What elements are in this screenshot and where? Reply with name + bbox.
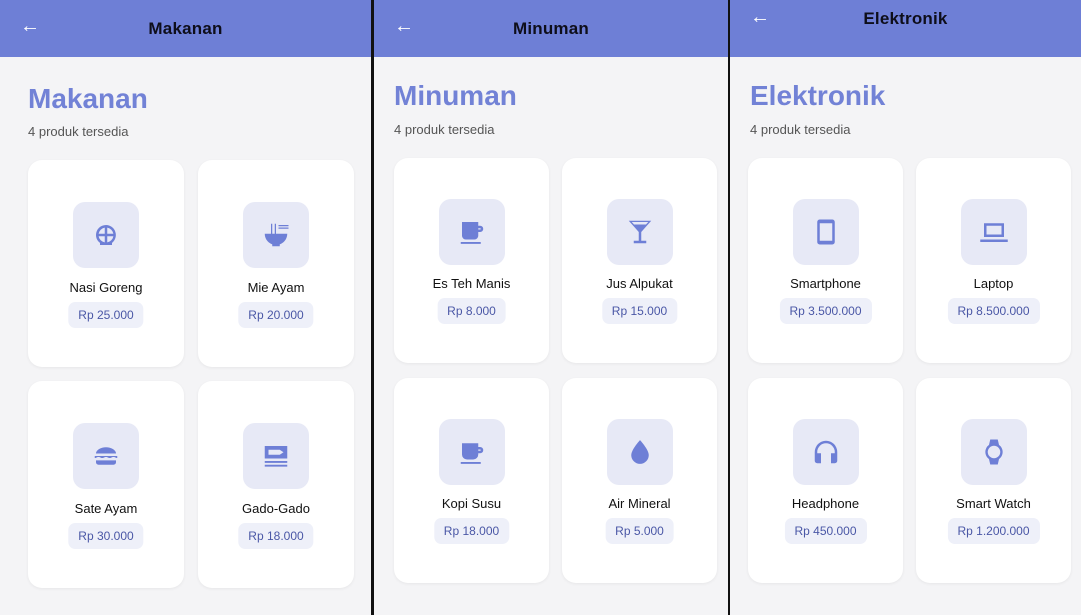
product-name: Es Teh Manis xyxy=(432,276,511,291)
product-name: Smart Watch xyxy=(956,496,1031,511)
app-bar: ← Elektronik xyxy=(730,0,1081,57)
product-name: Jus Alpukat xyxy=(606,276,673,291)
cocktail-glass-icon xyxy=(606,199,673,265)
product-card-gado-gado[interactable]: Gado-Gado Rp 18.000 xyxy=(198,381,354,588)
product-price: Rp 18.000 xyxy=(433,518,510,544)
product-name: Air Mineral xyxy=(608,496,671,511)
product-name: Laptop xyxy=(973,276,1014,291)
burger-icon xyxy=(73,423,139,489)
product-card-jus-alpukat[interactable]: Jus Alpukat Rp 15.000 xyxy=(562,158,717,363)
product-card-laptop[interactable]: Laptop Rp 8.500.000 xyxy=(916,158,1071,363)
rice-bowl-icon xyxy=(73,202,139,268)
product-price: Rp 8.500.000 xyxy=(947,298,1040,324)
app-bar: ← Makanan xyxy=(0,0,371,57)
screen-elektronik: ← Elektronik Elektronik 4 produk tersedi… xyxy=(730,0,1081,615)
product-price: Rp 5.000 xyxy=(605,518,674,544)
water-drop-icon xyxy=(606,419,673,485)
back-arrow-icon[interactable]: ← xyxy=(394,15,416,37)
watch-icon xyxy=(960,419,1027,485)
page-title: Elektronik xyxy=(750,80,886,111)
product-price: Rp 25.000 xyxy=(68,302,144,328)
laptop-icon xyxy=(960,199,1027,265)
cup-icon xyxy=(438,199,505,265)
coffee-cup-icon xyxy=(438,419,505,485)
product-name: Gado-Gado xyxy=(242,501,310,516)
product-name: Kopi Susu xyxy=(441,496,502,511)
product-count: 4 produk tersedia xyxy=(28,124,129,139)
product-card-smart-watch[interactable]: Smart Watch Rp 1.200.000 xyxy=(916,378,1071,583)
product-name: Nasi Goreng xyxy=(69,280,143,295)
product-price: Rp 1.200.000 xyxy=(947,518,1040,544)
product-card-air-mineral[interactable]: Air Mineral Rp 5.000 xyxy=(562,378,717,583)
product-card-headphone[interactable]: Headphone Rp 450.000 xyxy=(748,378,903,583)
smartphone-icon xyxy=(792,199,859,265)
product-price: Rp 18.000 xyxy=(238,523,314,549)
product-card-mie-ayam[interactable]: Mie Ayam Rp 20.000 xyxy=(198,160,354,367)
product-price: Rp 30.000 xyxy=(68,523,144,549)
product-price: Rp 20.000 xyxy=(238,302,314,328)
fish-plate-icon xyxy=(243,423,309,489)
product-price: Rp 3.500.000 xyxy=(779,298,872,324)
page-title: Makanan xyxy=(28,83,148,114)
back-arrow-icon[interactable]: ← xyxy=(750,6,772,28)
product-card-es-teh-manis[interactable]: Es Teh Manis Rp 8.000 xyxy=(394,158,549,363)
app-bar-title: Minuman xyxy=(512,18,589,38)
headphones-icon xyxy=(792,419,859,485)
product-count: 4 produk tersedia xyxy=(394,122,495,137)
product-price: Rp 450.000 xyxy=(784,518,867,544)
app-bar-title: Elektronik xyxy=(863,8,948,28)
screen-makanan: ← Makanan Makanan 4 produk tersedia Nasi… xyxy=(0,0,371,615)
product-name: Mie Ayam xyxy=(247,280,305,295)
product-card-smartphone[interactable]: Smartphone Rp 3.500.000 xyxy=(748,158,903,363)
app-bar-title: Makanan xyxy=(148,18,223,38)
product-count: 4 produk tersedia xyxy=(750,122,851,137)
product-card-nasi-goreng[interactable]: Nasi Goreng Rp 25.000 xyxy=(28,160,184,367)
product-price: Rp 8.000 xyxy=(437,298,506,324)
product-name: Sate Ayam xyxy=(74,501,138,516)
product-card-kopi-susu[interactable]: Kopi Susu Rp 18.000 xyxy=(394,378,549,583)
product-price: Rp 15.000 xyxy=(601,298,678,324)
screen-minuman: ← Minuman Minuman 4 produk tersedia Es T… xyxy=(374,0,728,615)
back-arrow-icon[interactable]: ← xyxy=(20,15,42,37)
app-bar: ← Minuman xyxy=(374,0,728,57)
product-name: Smartphone xyxy=(790,276,861,291)
product-card-sate-ayam[interactable]: Sate Ayam Rp 30.000 xyxy=(28,381,184,588)
noodle-bowl-icon xyxy=(243,202,309,268)
product-name: Headphone xyxy=(791,496,860,511)
page-title: Minuman xyxy=(394,80,517,111)
